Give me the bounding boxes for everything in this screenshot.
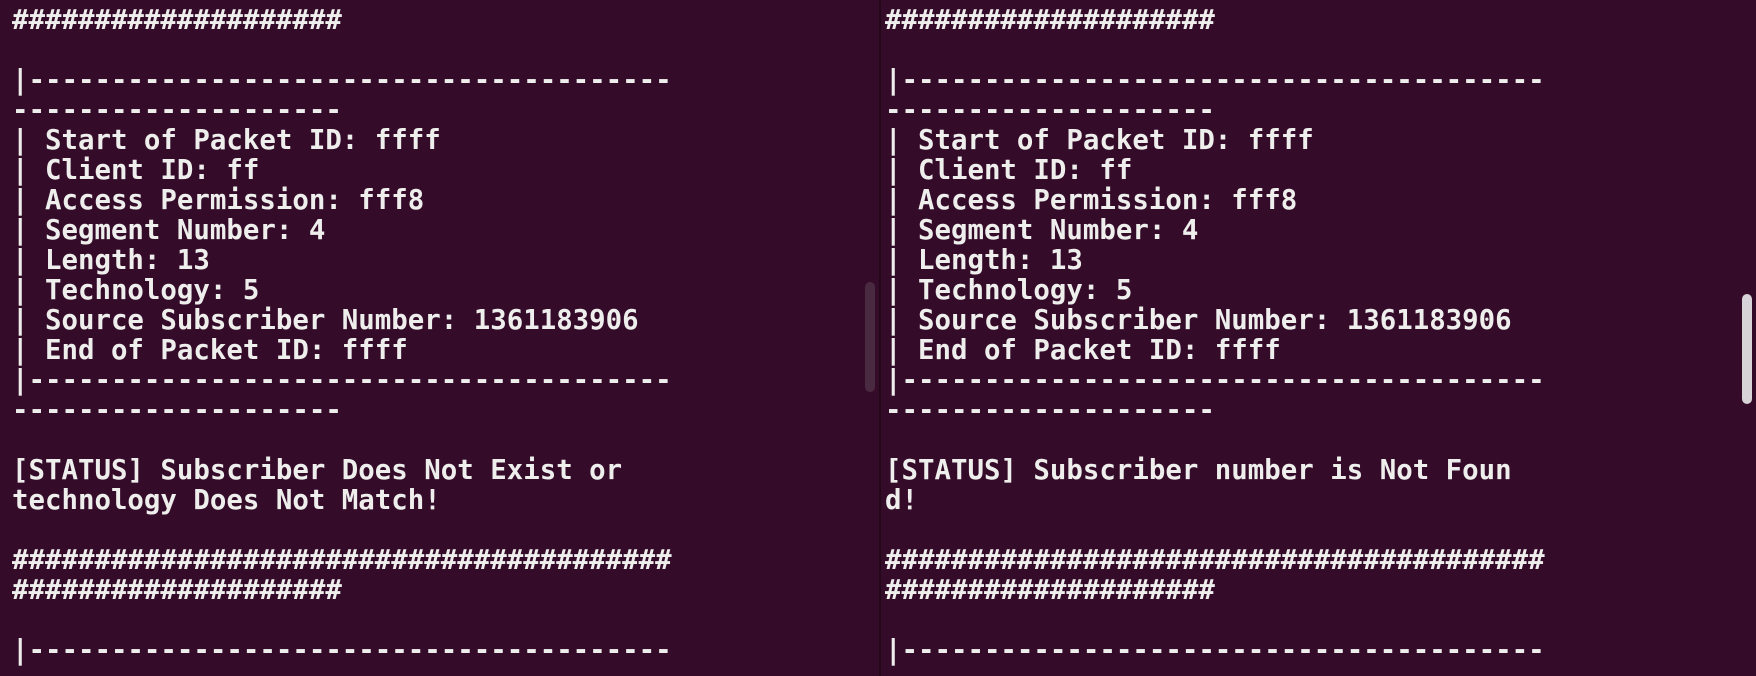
terminal-line: | End of Packet ID: ffff xyxy=(885,335,1281,366)
status-line: [STATUS] Subscriber Does Not Exist or xyxy=(12,455,623,486)
left-scrollbar-thumb[interactable] xyxy=(865,282,875,392)
terminal-split-view: ########################################… xyxy=(0,0,1756,676)
terminal-line: | Source Subscriber Number: 1361183906 xyxy=(12,305,639,336)
terminal-line: | Technology: 5 xyxy=(885,275,1133,306)
terminal-line: | Technology: 5 xyxy=(12,275,260,306)
terminal-line: |--------------------------------------- xyxy=(12,365,672,396)
status-line: technology Does Not Match! xyxy=(12,485,441,516)
terminal-line: | Access Permission: fff8 xyxy=(885,185,1298,216)
terminal-line: | Segment Number: 4 xyxy=(12,215,326,246)
left-scrollbar[interactable] xyxy=(861,0,877,676)
terminal-line: |--------------------------------------- xyxy=(885,635,1545,666)
terminal-line: | Source Subscriber Number: 1361183906 xyxy=(885,305,1512,336)
terminal-line: -------------------- xyxy=(12,95,342,126)
terminal-line: | End of Packet ID: ffff xyxy=(12,335,408,366)
terminal-line: -------------------- xyxy=(885,395,1215,426)
terminal-line: |--------------------------------------- xyxy=(12,65,672,96)
terminal-line: | Client ID: ff xyxy=(885,155,1133,186)
terminal-line: |--------------------------------------- xyxy=(885,365,1545,396)
left-terminal-output: ########################################… xyxy=(12,0,672,666)
terminal-line: #################### xyxy=(885,5,1215,36)
terminal-line: #################### xyxy=(12,575,342,606)
terminal-line: -------------------- xyxy=(12,395,342,426)
terminal-line: |--------------------------------------- xyxy=(12,635,672,666)
terminal-line: #################### xyxy=(12,5,342,36)
status-line: d! xyxy=(885,485,918,516)
right-terminal-pane[interactable]: ########################################… xyxy=(881,0,1756,676)
left-terminal-pane[interactable]: ########################################… xyxy=(0,0,879,676)
terminal-line: -------------------- xyxy=(885,95,1215,126)
terminal-line: ######################################## xyxy=(12,545,672,576)
terminal-line: ######################################## xyxy=(885,545,1545,576)
right-terminal-output: ########################################… xyxy=(885,0,1545,666)
terminal-line: | Length: 13 xyxy=(12,245,210,276)
right-scrollbar[interactable] xyxy=(1738,0,1754,676)
right-scrollbar-thumb[interactable] xyxy=(1742,294,1752,404)
terminal-line: | Start of Packet ID: ffff xyxy=(885,125,1314,156)
status-line: [STATUS] Subscriber number is Not Foun xyxy=(885,455,1512,486)
terminal-line: | Length: 13 xyxy=(885,245,1083,276)
terminal-line: | Segment Number: 4 xyxy=(885,215,1199,246)
terminal-line: |--------------------------------------- xyxy=(885,65,1545,96)
terminal-line: | Access Permission: fff8 xyxy=(12,185,425,216)
terminal-line: | Client ID: ff xyxy=(12,155,260,186)
terminal-line: | Start of Packet ID: ffff xyxy=(12,125,441,156)
terminal-line: #################### xyxy=(885,575,1215,606)
